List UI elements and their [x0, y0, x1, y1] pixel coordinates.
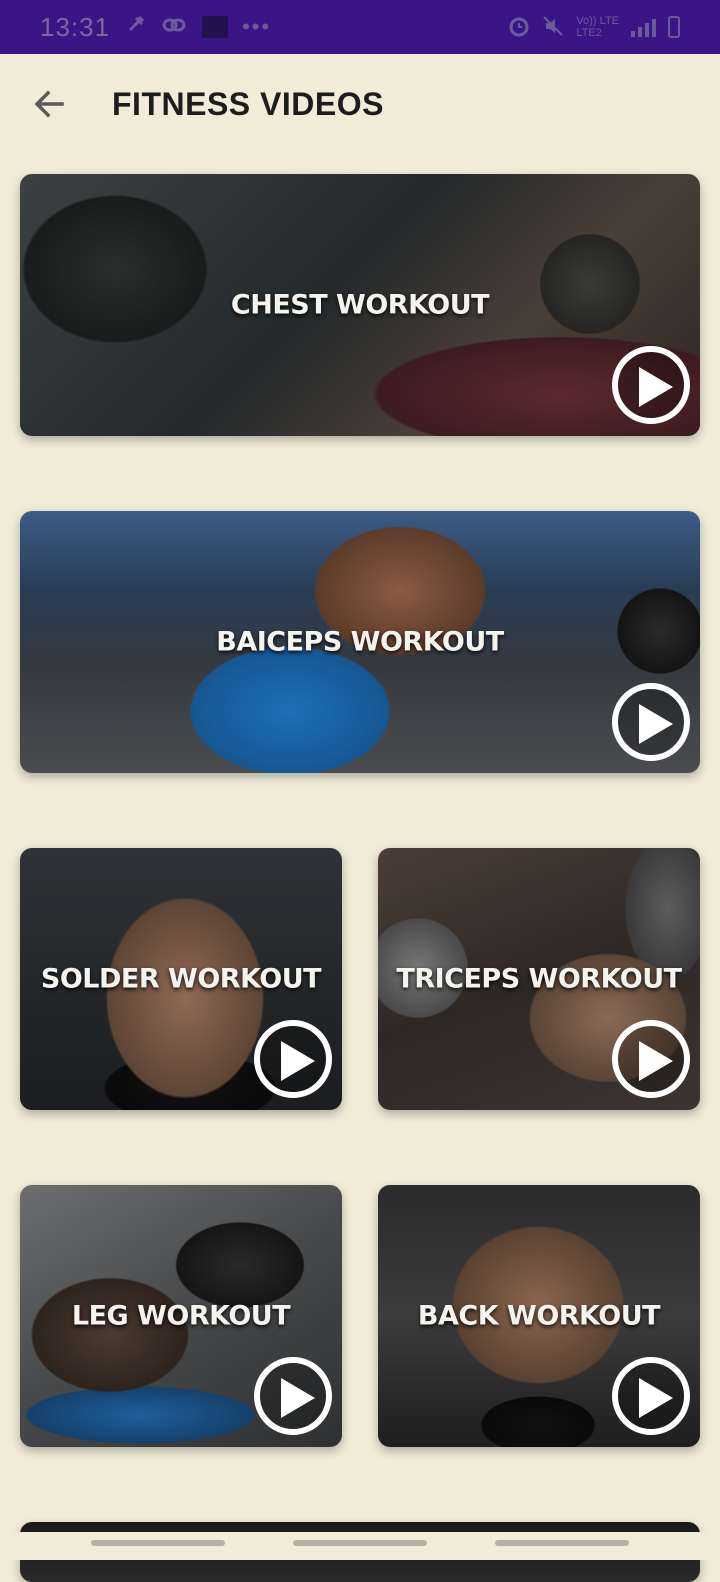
- card-label: SOLDER WORKOUT: [40, 963, 322, 995]
- workout-card-shoulder[interactable]: SOLDER WORKOUT: [20, 848, 342, 1110]
- card-label: BAICEPS WORKOUT: [216, 626, 504, 658]
- nav-back-button[interactable]: [495, 1540, 629, 1546]
- carrier-label: Vo)): [576, 15, 597, 27]
- workout-card-chest[interactable]: CHEST WORKOUT: [20, 174, 700, 436]
- workout-card-biceps[interactable]: BAICEPS WORKOUT: [20, 511, 700, 773]
- arrow-back-icon: [34, 90, 64, 118]
- workout-card-triceps[interactable]: TRICEPS WORKOUT: [378, 848, 700, 1110]
- signal-icon: [631, 17, 656, 37]
- play-icon: [639, 1041, 673, 1081]
- play-icon: [639, 1378, 673, 1418]
- play-button[interactable]: [612, 1020, 690, 1098]
- card-label: CHEST WORKOUT: [230, 289, 490, 321]
- card-label: BACK WORKOUT: [417, 1300, 661, 1332]
- alarm-icon: [508, 15, 530, 40]
- play-icon: [281, 1041, 315, 1081]
- network-label-2: LTE2: [576, 27, 602, 39]
- system-nav-bar: [0, 1532, 720, 1560]
- back-button[interactable]: [28, 82, 72, 126]
- card-label: LEG WORKOUT: [71, 1300, 291, 1332]
- play-button[interactable]: [612, 1357, 690, 1435]
- mute-icon: [542, 15, 564, 40]
- network-label: LTE: [599, 15, 619, 27]
- play-icon: [639, 704, 673, 744]
- link-icon: [162, 16, 186, 39]
- play-button[interactable]: [612, 683, 690, 761]
- nav-home-button[interactable]: [293, 1540, 427, 1546]
- workout-card-back[interactable]: BACK WORKOUT: [378, 1185, 700, 1447]
- status-bar: 13:31 ••• Vo)) LTE LTE2: [0, 0, 720, 54]
- play-icon: [281, 1378, 315, 1418]
- battery-icon: [668, 16, 680, 38]
- page-title: FITNESS VIDEOS: [112, 86, 384, 122]
- card-label: TRICEPS WORKOUT: [396, 963, 682, 995]
- play-button[interactable]: [254, 1020, 332, 1098]
- app-header: FITNESS VIDEOS: [0, 54, 720, 158]
- play-button[interactable]: [254, 1357, 332, 1435]
- media-icon: [202, 16, 229, 38]
- play-button[interactable]: [612, 346, 690, 424]
- network-labels: Vo)) LTE LTE2: [576, 15, 619, 39]
- nav-recents-button[interactable]: [91, 1540, 225, 1546]
- workout-card-leg[interactable]: LEG WORKOUT: [20, 1185, 342, 1447]
- play-icon: [639, 367, 673, 407]
- status-time: 13:31: [40, 11, 111, 42]
- more-icon: •••: [242, 14, 272, 39]
- settings-icon: [126, 14, 146, 40]
